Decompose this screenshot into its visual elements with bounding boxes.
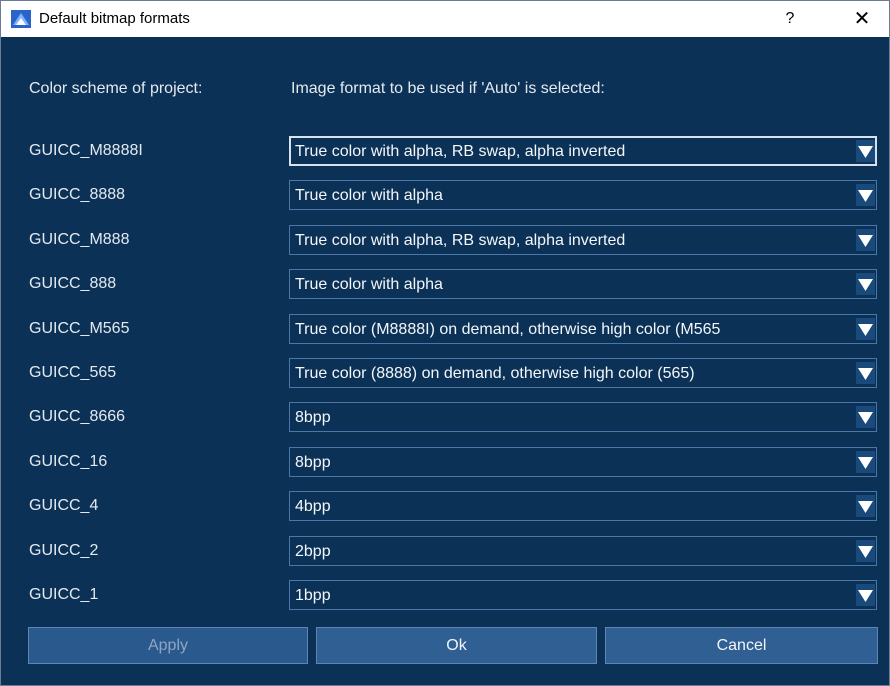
format-dropdown-value: True color (M8888I) on demand, otherwise… (295, 321, 721, 338)
format-dropdown-value: 8bpp (295, 409, 331, 426)
color-scheme-header: Color scheme of project: (29, 80, 203, 97)
apply-button[interactable]: Apply (28, 627, 308, 664)
chevron-down-icon[interactable] (856, 273, 875, 295)
chevron-down-icon[interactable] (856, 451, 875, 473)
image-format-header: Image format to be used if 'Auto' is sel… (291, 80, 605, 97)
cancel-button[interactable]: Cancel (605, 627, 878, 664)
color-scheme-label: GUICC_888 (29, 275, 117, 292)
chevron-down-icon[interactable] (856, 229, 875, 251)
format-dropdown[interactable]: 8bpp (289, 447, 877, 477)
color-scheme-label: GUICC_565 (29, 364, 117, 381)
format-dropdown-value: True color with alpha, RB swap, alpha in… (295, 143, 626, 160)
format-dropdown[interactable]: True color (8888) on demand, otherwise h… (289, 358, 877, 388)
format-dropdown-value: True color with alpha (295, 276, 443, 293)
dialog-content: Color scheme of project: Image format to… (1, 37, 889, 685)
title-bar: Default bitmap formats ? ✕ (1, 1, 889, 37)
format-dropdown[interactable]: True color with alpha, RB swap, alpha in… (289, 136, 877, 166)
color-scheme-label: GUICC_M888 (29, 231, 130, 248)
chevron-down-icon[interactable] (856, 584, 875, 606)
chevron-down-icon[interactable] (856, 184, 875, 206)
color-scheme-label: GUICC_4 (29, 497, 99, 514)
chevron-down-icon[interactable] (856, 406, 875, 428)
app-icon (11, 10, 31, 28)
color-scheme-label: GUICC_16 (29, 453, 108, 470)
chevron-down-icon[interactable] (856, 362, 875, 384)
color-scheme-label: GUICC_M8888I (29, 142, 143, 159)
help-button[interactable]: ? (777, 8, 803, 30)
format-dropdown-value: 8bpp (295, 454, 331, 471)
format-dropdown-value: 1bpp (295, 587, 331, 604)
chevron-down-icon[interactable] (856, 540, 875, 562)
format-dropdown[interactable]: 1bpp (289, 580, 877, 610)
format-dropdown[interactable]: 4bpp (289, 491, 877, 521)
format-dropdown[interactable]: True color (M8888I) on demand, otherwise… (289, 314, 877, 344)
format-dropdown[interactable]: 2bpp (289, 536, 877, 566)
format-dropdown-value: 4bpp (295, 498, 331, 515)
format-dropdown-value: True color with alpha (295, 187, 443, 204)
format-dropdown[interactable]: True color with alpha, RB swap, alpha in… (289, 225, 877, 255)
format-dropdown-value: True color with alpha, RB swap, alpha in… (295, 232, 626, 249)
close-button[interactable]: ✕ (849, 8, 875, 30)
dialog-window: Default bitmap formats ? ✕ Color scheme … (0, 0, 890, 686)
chevron-down-icon[interactable] (856, 140, 875, 162)
chevron-down-icon[interactable] (856, 318, 875, 340)
color-scheme-label: GUICC_8666 (29, 408, 126, 425)
ok-button[interactable]: Ok (316, 627, 597, 664)
color-scheme-label: GUICC_8888 (29, 186, 126, 203)
format-dropdown[interactable]: 8bpp (289, 402, 877, 432)
format-dropdown-value: 2bpp (295, 543, 331, 560)
format-dropdown-value: True color (8888) on demand, otherwise h… (295, 365, 695, 382)
chevron-down-icon[interactable] (856, 495, 875, 517)
color-scheme-label: GUICC_M565 (29, 320, 130, 337)
window-title: Default bitmap formats (39, 10, 190, 27)
color-scheme-label: GUICC_2 (29, 542, 99, 559)
format-dropdown[interactable]: True color with alpha (289, 269, 877, 299)
color-scheme-label: GUICC_1 (29, 586, 99, 603)
format-dropdown[interactable]: True color with alpha (289, 180, 877, 210)
